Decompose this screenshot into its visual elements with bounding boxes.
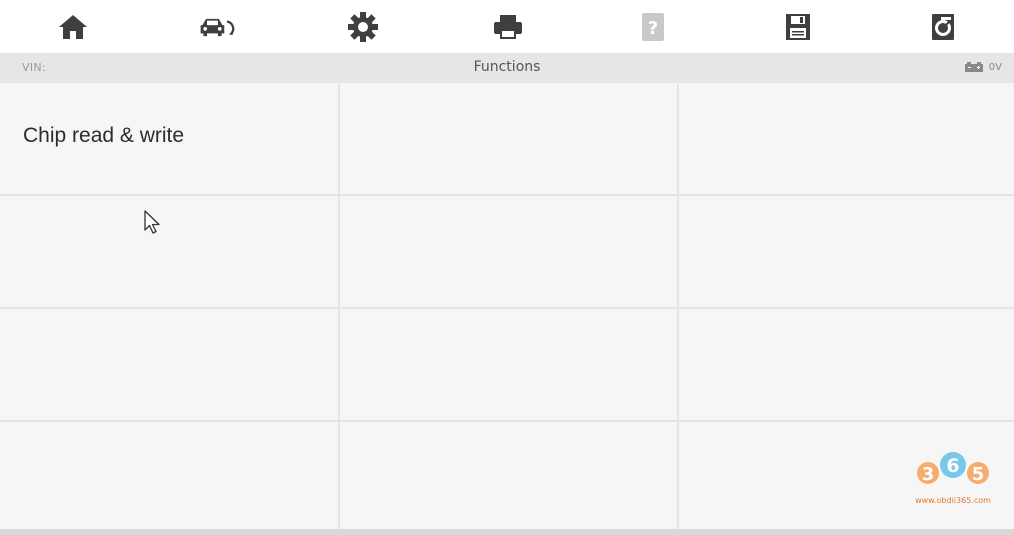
page-title: Functions (473, 59, 541, 75)
empty-tile (0, 196, 338, 307)
print-button[interactable] (488, 9, 528, 45)
print-icon (494, 15, 522, 39)
empty-tile (340, 309, 677, 420)
watermark-site: www.obdii365.com (915, 496, 991, 505)
svg-text:?: ? (648, 18, 658, 39)
empty-tile (0, 309, 338, 420)
data-logging-icon (932, 14, 954, 40)
empty-tile (679, 84, 1014, 194)
empty-tile (679, 309, 1014, 420)
car-battery-icon (964, 62, 983, 72)
settings-gear-icon (348, 12, 378, 42)
home-button[interactable] (53, 9, 93, 45)
data-logging-button[interactable] (923, 9, 963, 45)
empty-tile (340, 196, 677, 307)
functions-screen: ? VIN: Functions 0V Chip read & write 3 … (0, 0, 1014, 535)
empty-tile (340, 84, 677, 194)
svg-text:6: 6 (946, 455, 959, 477)
save-button[interactable] (778, 9, 818, 45)
help-icon: ? (642, 13, 664, 41)
empty-tile (340, 422, 677, 535)
365-logo: 3 6 5 (917, 452, 989, 485)
function-tile-chip-read-write[interactable]: Chip read & write (0, 84, 338, 194)
function-grid: Chip read & write (0, 84, 1014, 535)
settings-button[interactable] (343, 9, 383, 45)
vehicle-swap-icon (200, 18, 235, 37)
empty-tile (679, 196, 1014, 307)
mouse-pointer-icon (144, 210, 160, 234)
function-tile-label: Chip read & write (23, 124, 185, 147)
help-button[interactable]: ? (633, 9, 673, 45)
voltage-value: 0V (988, 61, 1002, 73)
bottom-edge (0, 529, 1014, 535)
svg-text:3: 3 (922, 464, 935, 485)
top-toolbar: ? (0, 0, 1014, 54)
svg-text:5: 5 (972, 464, 985, 485)
status-bar: VIN: Functions 0V (0, 54, 1014, 83)
watermark-logo: 3 6 5 www.obdii365.com (912, 447, 994, 505)
empty-tile (0, 422, 338, 535)
vehicle-swap-button[interactable] (197, 9, 237, 45)
home-icon (59, 15, 87, 39)
save-icon (786, 14, 810, 40)
battery-status: 0V (964, 61, 1002, 73)
